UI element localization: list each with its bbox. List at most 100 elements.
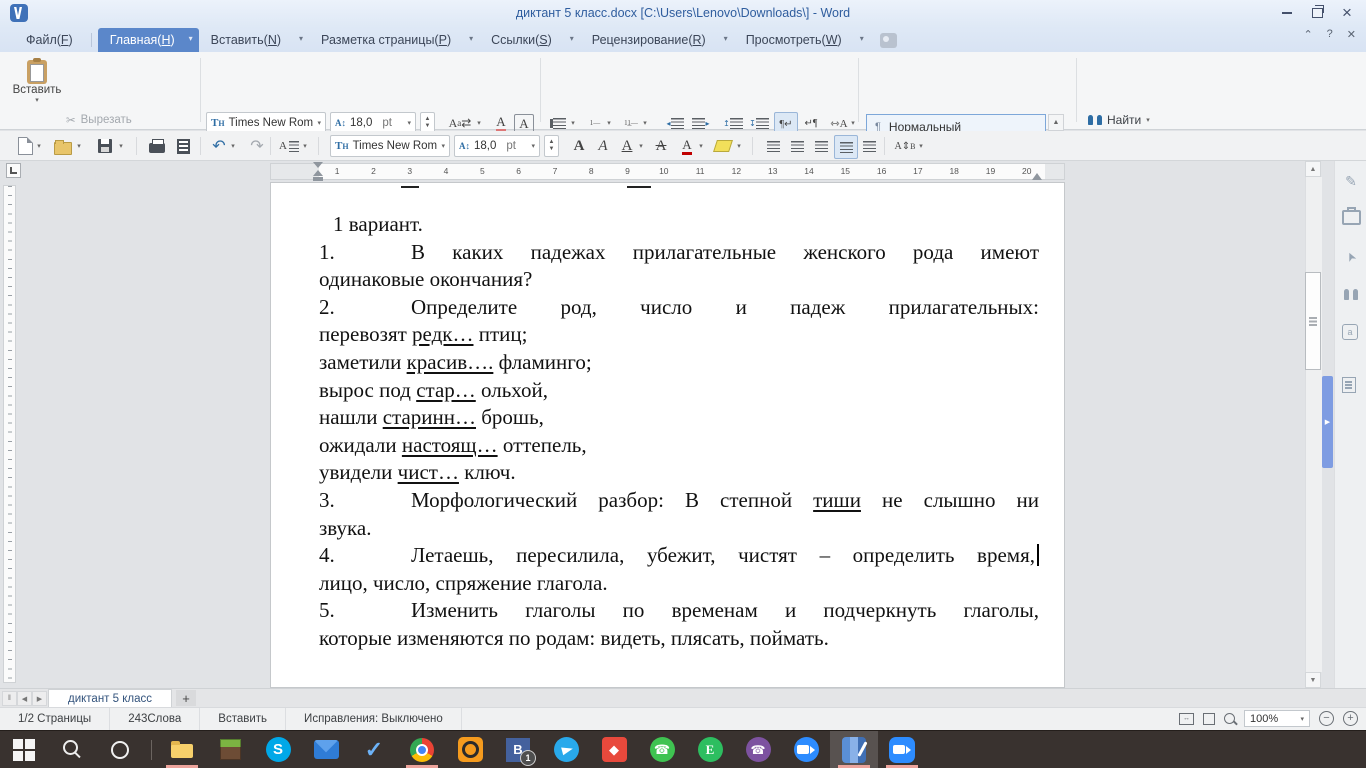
word-count-status[interactable]: 243Слова: [110, 708, 200, 730]
new-document-button[interactable]: [14, 135, 36, 157]
mail-taskbar-button[interactable]: [302, 731, 350, 768]
yandex-taskbar-button[interactable]: ◆: [590, 731, 638, 768]
tab-view-dropdown[interactable]: ▾: [854, 28, 870, 52]
telegram-taskbar-button[interactable]: [542, 731, 590, 768]
wps-taskbar-button[interactable]: [830, 731, 878, 768]
tab-scroll-right-button[interactable]: ▶: [32, 691, 47, 706]
vertical-ruler[interactable]: [3, 185, 16, 683]
chevron-down-icon[interactable]: [636, 135, 646, 157]
new-tab-button[interactable]: +: [176, 690, 196, 706]
collapse-ribbon-icon[interactable]: ⌃: [1303, 28, 1312, 41]
zoom-out-button[interactable]: −: [1319, 711, 1334, 726]
chevron-down-icon[interactable]: [696, 135, 706, 157]
document-page[interactable]: 1 вариант.1.В каких падежах прилагательн…: [270, 182, 1065, 688]
assistant-icon[interactable]: [880, 33, 897, 48]
find-button[interactable]: Найти ▾: [1088, 110, 1150, 130]
line-spacing-button-small[interactable]: A⇕B: [894, 135, 916, 157]
font-size-stepper-small[interactable]: ▲▼: [544, 135, 559, 157]
evernote-taskbar-button[interactable]: E: [686, 731, 734, 768]
chevron-down-icon[interactable]: [916, 135, 926, 157]
sidebar-expand-handle[interactable]: [1322, 376, 1333, 468]
antivirus-taskbar-button[interactable]: [446, 731, 494, 768]
track-changes-status[interactable]: Исправления: Выключено: [286, 708, 462, 730]
align-right-button-small[interactable]: [810, 135, 832, 157]
tab-references[interactable]: Ссылки(S): [479, 28, 564, 52]
distribute-button-small[interactable]: [858, 135, 880, 157]
zoomm-taskbar-button[interactable]: [878, 731, 926, 768]
print-button[interactable]: [146, 135, 168, 157]
cut-button[interactable]: ✂ Вырезать: [66, 110, 132, 130]
font-color-button-small[interactable]: A: [676, 135, 698, 157]
tab-page-layout[interactable]: Разметка страницы(P): [309, 28, 463, 52]
font-size-combo-small[interactable]: A↕ 18,0 pt ▾: [454, 135, 540, 157]
vertical-scrollbar-thumb[interactable]: [1305, 272, 1321, 370]
page-count-status[interactable]: 1/2 Страницы: [0, 708, 110, 730]
tab-home[interactable]: Главная(H): [98, 28, 187, 52]
scroll-down-button[interactable]: ▼: [1305, 672, 1321, 688]
chevron-down-icon[interactable]: [34, 135, 44, 157]
italic-button-small[interactable]: A: [592, 135, 614, 157]
minecraft-taskbar-button[interactable]: [206, 731, 254, 768]
underline-button-small[interactable]: A: [616, 135, 638, 157]
briefcase-icon[interactable]: [1342, 210, 1361, 225]
chevron-down-icon[interactable]: [116, 135, 126, 157]
tab-file[interactable]: Файл(F): [14, 28, 85, 52]
close-document-icon[interactable]: ✕: [1347, 28, 1356, 41]
close-button[interactable]: [1332, 0, 1362, 26]
open-button[interactable]: [52, 135, 74, 157]
paste-button[interactable]: Вставить ▾: [10, 58, 64, 124]
find-binoculars-icon[interactable]: [1342, 286, 1360, 304]
highlighter-pen-button-small[interactable]: [712, 135, 734, 157]
chevron-down-icon[interactable]: [74, 135, 84, 157]
undo-button[interactable]: ↶: [208, 135, 230, 157]
document-edit-icon[interactable]: [1342, 377, 1356, 393]
zoom-taskbar-button[interactable]: [782, 731, 830, 768]
save-button[interactable]: [94, 135, 116, 157]
whatsapp-taskbar-button[interactable]: ☎: [638, 731, 686, 768]
translate-icon[interactable]: a: [1342, 324, 1358, 340]
fit-width-view-icon[interactable]: ↔: [1179, 713, 1194, 725]
tab-scroll-left-button[interactable]: ◀: [17, 691, 32, 706]
redo-button[interactable]: ↷: [246, 135, 268, 157]
tab-insert-dropdown[interactable]: ▾: [293, 28, 309, 52]
vertical-scrollbar-track[interactable]: [1305, 177, 1322, 672]
tab-review[interactable]: Рецензирование(R): [580, 28, 718, 52]
chevron-down-icon[interactable]: [300, 135, 310, 157]
style-settings-button[interactable]: A: [278, 135, 300, 157]
insert-mode-status[interactable]: Вставить: [200, 708, 286, 730]
align-center-button-small[interactable]: [786, 135, 808, 157]
bold-button-small[interactable]: A: [568, 135, 590, 157]
tab-selector-box[interactable]: [6, 163, 21, 178]
print-preview-button[interactable]: [172, 135, 194, 157]
restore-button[interactable]: [1302, 0, 1332, 26]
zoom-level-combo[interactable]: 100% ▾: [1244, 710, 1310, 727]
scroll-up-button[interactable]: ▲: [1305, 161, 1321, 177]
tab-references-dropdown[interactable]: ▾: [564, 28, 580, 52]
help-icon[interactable]: ?: [1327, 28, 1333, 41]
minimize-button[interactable]: [1272, 0, 1302, 26]
select-cursor-icon[interactable]: ➤: [1339, 245, 1363, 269]
horizontal-ruler[interactable]: 1234567891011121314151617181920: [270, 163, 1065, 180]
styles-scroll-up-button[interactable]: ▲: [1048, 114, 1064, 131]
tab-review-dropdown[interactable]: ▾: [718, 28, 734, 52]
todo-taskbar-button[interactable]: [350, 731, 398, 768]
explorer-taskbar-button[interactable]: [158, 731, 206, 768]
chevron-down-icon[interactable]: [228, 135, 238, 157]
cortana-taskbar-button[interactable]: [96, 731, 144, 768]
tab-home-dropdown[interactable]: ▾: [183, 28, 199, 52]
appb-taskbar-button[interactable]: B1: [494, 731, 542, 768]
chevron-down-icon[interactable]: [734, 135, 744, 157]
tab-list-button[interactable]: ‖: [2, 691, 17, 706]
tab-page-layout-dropdown[interactable]: ▾: [463, 28, 479, 52]
zoom-in-button[interactable]: +: [1343, 711, 1358, 726]
start-taskbar-button[interactable]: [0, 731, 48, 768]
chrome-taskbar-button[interactable]: [398, 731, 446, 768]
align-left-button-small[interactable]: [762, 135, 784, 157]
viber-taskbar-button[interactable]: ☎: [734, 731, 782, 768]
search-taskbar-button[interactable]: [48, 731, 96, 768]
tab-insert[interactable]: Вставить(N): [199, 28, 293, 52]
font-name-combo-small[interactable]: TH Times New Rom ▾: [330, 135, 450, 157]
zoom-magnifier-icon[interactable]: [1224, 713, 1235, 724]
right-indent-marker[interactable]: [1032, 170, 1042, 180]
document-tab-active[interactable]: диктант 5 класс: [48, 689, 172, 707]
